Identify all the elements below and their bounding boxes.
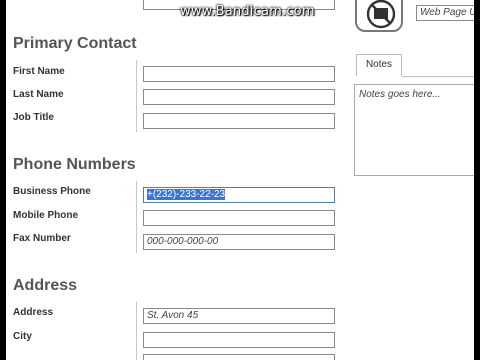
fax-number-label: Fax Number xyxy=(13,233,71,244)
notes-textarea[interactable]: Notes goes here... xyxy=(354,84,480,176)
fax-number-field[interactable]: 000-000-000-00 xyxy=(143,234,335,250)
first-name-field[interactable] xyxy=(143,66,335,82)
section-title-phone-numbers: Phone Numbers xyxy=(13,156,136,173)
contact-form: Web Page U www.Bandicam.com Primary Cont… xyxy=(0,0,480,360)
city-field[interactable] xyxy=(143,332,335,348)
web-page-field[interactable]: Web Page U xyxy=(416,5,480,21)
recording-watermark: www.Bandicam.com xyxy=(180,4,315,19)
business-phone-selected-text: +(232)-233-22-23 xyxy=(147,189,226,200)
image-placeholder-icon xyxy=(366,0,396,29)
label-divider-primary xyxy=(136,60,137,132)
job-title-label: Job Title xyxy=(13,112,54,123)
letterbox-right xyxy=(474,0,480,360)
last-name-field[interactable] xyxy=(143,89,335,105)
section-title-address: Address xyxy=(13,277,78,294)
next-field-partial[interactable] xyxy=(143,354,335,360)
first-name-label: First Name xyxy=(13,66,65,77)
label-divider-address xyxy=(136,302,137,360)
contact-photo-frame[interactable] xyxy=(355,0,403,32)
business-phone-label: Business Phone xyxy=(13,186,91,197)
address-field[interactable]: St. Avon 45 xyxy=(143,308,335,324)
letterbox-left xyxy=(0,0,6,360)
city-label: City xyxy=(13,331,32,342)
tab-notes[interactable]: Notes xyxy=(356,54,402,76)
mobile-phone-label: Mobile Phone xyxy=(13,210,78,221)
label-divider-phone xyxy=(136,181,137,253)
address-label: Address xyxy=(13,307,54,318)
section-title-primary-contact: Primary Contact xyxy=(13,35,137,52)
mobile-phone-field[interactable] xyxy=(143,210,335,226)
job-title-field[interactable] xyxy=(143,113,335,129)
business-phone-field[interactable]: +(232)-233-22-23 xyxy=(143,187,335,203)
notes-tab-underline xyxy=(402,76,480,77)
last-name-label: Last Name xyxy=(13,89,64,100)
